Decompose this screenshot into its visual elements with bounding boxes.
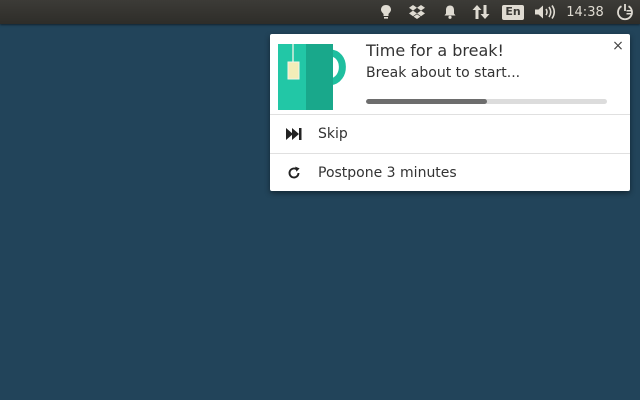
- postpone-label: Postpone 3 minutes: [318, 164, 457, 181]
- break-progress-fill: [366, 99, 487, 104]
- volume-indicator[interactable]: [533, 0, 557, 24]
- bell-icon: [444, 5, 456, 19]
- dropbox-indicator[interactable]: [406, 0, 428, 24]
- teacup-icon: [276, 37, 350, 113]
- skip-button[interactable]: Skip: [270, 114, 630, 152]
- break-progress-bar: [366, 99, 607, 104]
- notification-header: Time for a break! Break about to start..…: [270, 34, 630, 114]
- refresh-icon: [286, 165, 302, 181]
- lightbulb-indicator[interactable]: [376, 0, 396, 24]
- notification-body: Break about to start...: [366, 65, 521, 81]
- notification-title: Time for a break!: [366, 41, 504, 60]
- skip-label: Skip: [318, 125, 348, 142]
- volume-icon: [535, 5, 556, 19]
- power-icon: [617, 4, 633, 21]
- keyboard-layout-indicator[interactable]: En: [502, 0, 524, 24]
- network-indicator[interactable]: [471, 0, 491, 24]
- session-indicator[interactable]: [614, 0, 636, 24]
- network-updown-icon: [472, 5, 490, 19]
- close-icon[interactable]: ×: [610, 38, 626, 54]
- dropbox-icon: [409, 5, 425, 19]
- clock: 14:38: [566, 4, 604, 20]
- top-panel: En 14:38: [0, 0, 640, 24]
- notification-bell-indicator[interactable]: [441, 0, 459, 24]
- language-badge: En: [502, 4, 524, 20]
- skip-forward-icon: [286, 126, 302, 142]
- lightbulb-icon: [381, 5, 391, 19]
- clock-indicator[interactable]: 14:38: [564, 0, 606, 24]
- break-notification: Time for a break! Break about to start..…: [270, 34, 630, 191]
- postpone-button[interactable]: Postpone 3 minutes: [270, 153, 630, 191]
